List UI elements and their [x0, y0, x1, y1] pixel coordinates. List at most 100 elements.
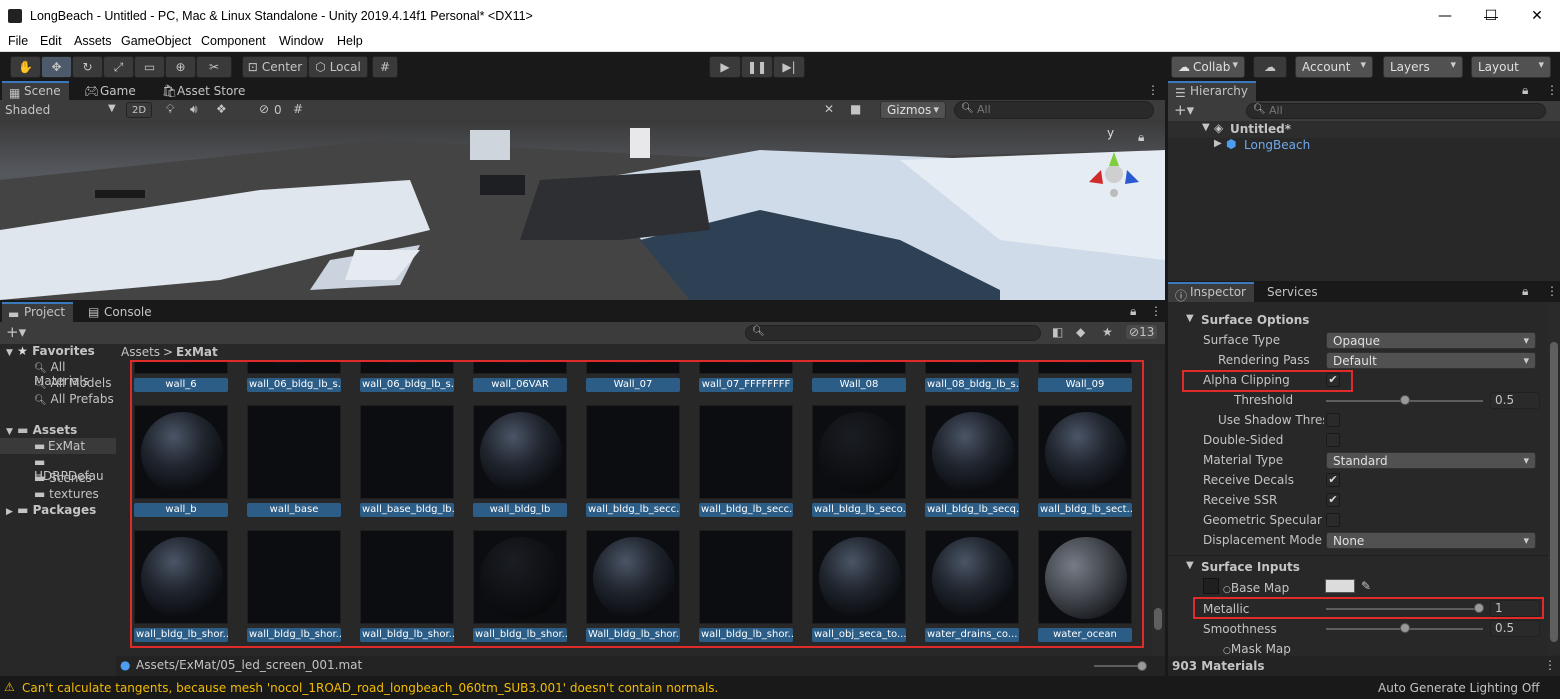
thumbnail-size-slider[interactable] — [1094, 665, 1142, 667]
collab-dropdown[interactable]: ☁ Collab — [1171, 56, 1245, 78]
hierarchy-item-longbeach[interactable]: ▶ ⬢ LongBeach — [1168, 137, 1560, 154]
tab-game[interactable]: 🎮︎ Game — [78, 81, 144, 101]
receive-decals-checkbox[interactable]: ✔ — [1326, 473, 1340, 487]
breadcrumb-root[interactable]: Assets — [121, 345, 160, 359]
favorite-star-icon[interactable]: ★ — [1102, 325, 1113, 339]
displacement-mode-dropdown[interactable]: None — [1326, 532, 1536, 549]
eyedropper-icon[interactable]: ✎ — [1361, 579, 1371, 593]
2d-toggle[interactable]: 2D — [126, 102, 152, 118]
menu-gameobject[interactable]: GameObject — [121, 34, 191, 48]
chevron-down-icon-6[interactable]: ▼ — [1186, 560, 1194, 571]
packages-node[interactable]: ▶ ▬ Packages — [6, 503, 96, 517]
shading-mode-dropdown[interactable]: Shaded ▼ — [5, 103, 120, 117]
account-dropdown[interactable]: Account — [1295, 56, 1373, 78]
material-type-dropdown[interactable]: Standard — [1326, 452, 1536, 469]
use-shadow-threshold-checkbox[interactable] — [1326, 413, 1340, 427]
layers-dropdown[interactable]: Layers — [1383, 56, 1463, 78]
breadcrumb-current[interactable]: ExMat — [176, 345, 218, 359]
smoothness-knob[interactable] — [1400, 623, 1410, 633]
create-icon[interactable]: +▾ — [6, 323, 26, 341]
base-map-texture-slot[interactable] — [1203, 578, 1219, 594]
scene-viewport[interactable]: y 🔒︎ — [0, 120, 1165, 300]
more-icon[interactable]: ⋮ — [1147, 83, 1159, 97]
favorites-node[interactable]: ▼ ★ Favorites — [6, 344, 95, 358]
label-filter-icon[interactable]: ◆ — [1076, 325, 1085, 339]
hidden-packages-toggle[interactable]: ⊘13 — [1126, 325, 1158, 339]
transform-tool-icon[interactable]: ⊕ — [165, 56, 196, 78]
more-icon-3[interactable]: ⋮ — [1150, 304, 1162, 318]
space-toggle[interactable]: ⬡ Local — [308, 56, 368, 78]
project-search-input[interactable]: 🔍︎ — [745, 325, 1041, 341]
effects-icon[interactable]: ❖ — [216, 102, 227, 116]
move-tool-icon[interactable]: ✥ — [41, 56, 72, 78]
menu-component[interactable]: Component — [201, 34, 266, 48]
close-icon[interactable]: ✕ — [1514, 0, 1560, 32]
rect-tool-icon[interactable]: ▭ — [134, 56, 165, 78]
surface-inputs-header[interactable]: Surface Inputs — [1201, 560, 1300, 574]
more-icon-4[interactable]: ⋮ — [1546, 284, 1558, 298]
geometric-specular-checkbox[interactable] — [1326, 513, 1340, 527]
type-filter-icon[interactable]: ◧ — [1052, 325, 1063, 339]
custom-tool-icon[interactable]: ✂ — [196, 56, 232, 78]
lock-icon-4[interactable]: 🔒︎ — [1522, 284, 1528, 299]
inspector-scrollbar[interactable] — [1548, 302, 1560, 654]
lock-icon-3[interactable]: 🔒︎ — [1130, 304, 1136, 319]
thumbnail-size-knob[interactable] — [1137, 661, 1147, 671]
tab-scene[interactable]: ▦ Scene — [2, 81, 69, 101]
tools-icon[interactable]: ✕ — [824, 102, 834, 116]
more-icon-2[interactable]: ⋮ — [1546, 83, 1558, 97]
tab-services[interactable]: Services — [1253, 282, 1326, 302]
menu-help[interactable]: Help — [337, 34, 363, 48]
surface-options-header[interactable]: Surface Options — [1201, 313, 1309, 327]
tree-item-scenes[interactable]: ▬ Scenes — [34, 471, 92, 485]
tab-hierarchy[interactable]: ☰ Hierarchy — [1168, 81, 1257, 101]
menu-assets[interactable]: Assets — [74, 34, 112, 48]
grid-icon[interactable]: # — [293, 102, 303, 116]
assets-node[interactable]: ▼ ▬ Assets — [6, 423, 77, 437]
pivot-toggle[interactable]: ⊡ Center — [242, 56, 308, 78]
tab-asset-store[interactable]: 🛍︎ Asset Store — [155, 81, 253, 101]
add-icon[interactable]: +▾ — [1174, 101, 1194, 119]
fav-all-models[interactable]: 🔍︎ All Models — [34, 376, 112, 390]
grid-scrollbar[interactable] — [1152, 360, 1164, 656]
double-sided-checkbox[interactable] — [1326, 433, 1340, 447]
menu-window[interactable]: Window — [279, 34, 323, 48]
chevron-down-icon-5[interactable]: ▼ — [1186, 313, 1194, 324]
minimize-icon[interactable]: — — [1422, 0, 1468, 32]
lock-icon[interactable]: 🔒︎ — [1138, 130, 1144, 145]
base-map-color-swatch[interactable] — [1325, 579, 1355, 593]
snap-icon[interactable]: # — [372, 56, 398, 78]
hierarchy-scene-row[interactable]: ▼ ◈ Untitled* — [1168, 121, 1560, 138]
hand-tool-icon[interactable]: ✋ — [10, 56, 41, 78]
surface-type-dropdown[interactable]: Opaque — [1326, 332, 1536, 349]
threshold-field[interactable]: 0.5 — [1490, 392, 1540, 409]
orientation-gizmo-icon[interactable] — [1085, 140, 1143, 198]
fav-all-prefabs[interactable]: 🔍︎ All Prefabs — [34, 392, 114, 406]
rendering-pass-dropdown[interactable]: Default — [1326, 352, 1536, 369]
gizmos-dropdown[interactable]: Gizmos — [880, 101, 946, 119]
status-warning[interactable]: Can't calculate tangents, because mesh '… — [22, 681, 718, 695]
menu-edit[interactable]: Edit — [40, 34, 62, 48]
lock-icon-2[interactable]: 🔒︎ — [1522, 83, 1528, 98]
tree-item-textures[interactable]: ▬ textures — [34, 487, 99, 501]
tab-console[interactable]: ▤ Console — [82, 302, 160, 322]
play-button[interactable]: ▶ — [709, 56, 741, 78]
tab-inspector[interactable]: ⓘ Inspector — [1168, 282, 1254, 303]
scrollbar-thumb[interactable] — [1154, 608, 1162, 630]
receive-ssr-checkbox[interactable]: ✔ — [1326, 493, 1340, 507]
camera-icon[interactable]: ■ — [850, 102, 861, 116]
cloud-icon[interactable]: ☁ — [1253, 56, 1287, 78]
smoothness-field[interactable]: 0.5 — [1490, 620, 1540, 637]
audio-icon[interactable]: 🔊︎ — [190, 102, 198, 117]
visibility-icon[interactable]: ⊘ — [259, 102, 269, 116]
tree-item-exmat[interactable]: ▬ ExMat — [0, 438, 116, 454]
rotate-tool-icon[interactable]: ↻ — [72, 56, 103, 78]
step-button[interactable]: ▶| — [773, 56, 805, 78]
maximize-icon[interactable]: ☐ — [1468, 0, 1514, 32]
layout-dropdown[interactable]: Layout — [1471, 56, 1551, 78]
scale-tool-icon[interactable]: ⤢ — [103, 56, 134, 78]
tab-project[interactable]: ▬ Project — [2, 302, 74, 322]
scene-search-input[interactable]: 🔍︎ All — [954, 101, 1154, 119]
menu-file[interactable]: File — [8, 34, 28, 48]
hierarchy-search-input[interactable]: 🔍︎ All — [1246, 103, 1546, 119]
